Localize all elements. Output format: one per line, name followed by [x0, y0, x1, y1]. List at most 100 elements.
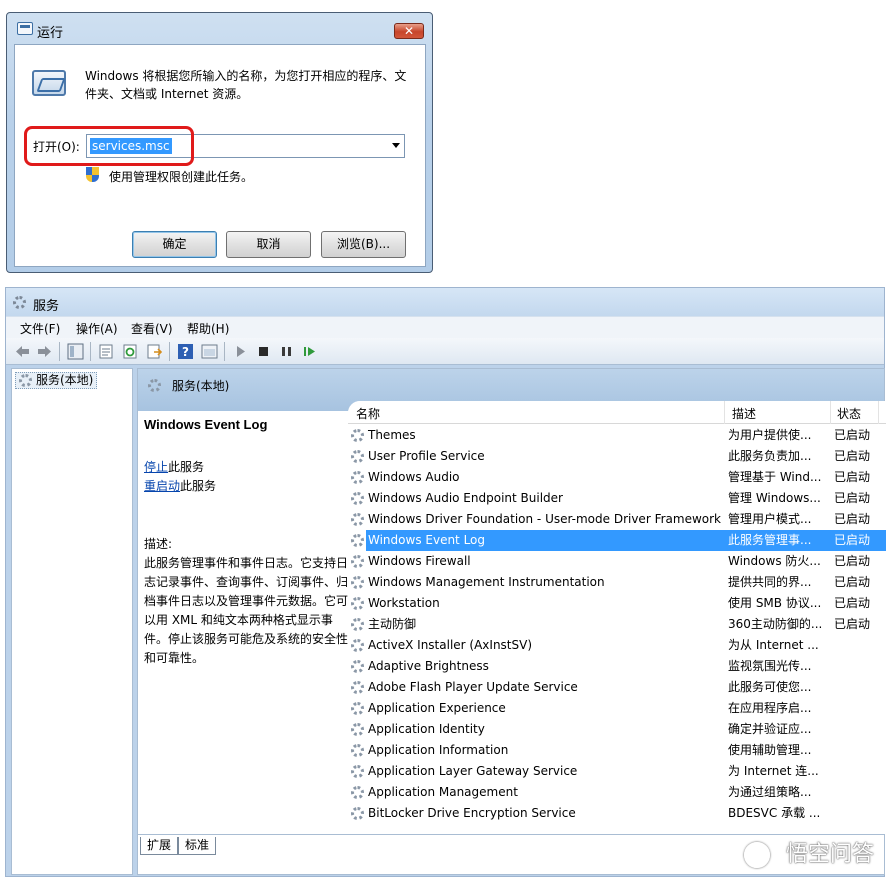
view-icon[interactable] — [201, 343, 218, 360]
service-row[interactable]: Application Experience 在应用程序启... — [348, 698, 886, 719]
service-name: Windows Audio — [368, 470, 460, 484]
service-description: 为从 Internet ... — [728, 638, 819, 652]
service-row[interactable]: Adaptive Brightness 监视氛围光传... — [348, 656, 886, 677]
toolbar: ? — [6, 338, 884, 365]
gear-icon — [19, 374, 32, 387]
start-icon[interactable] — [232, 343, 249, 360]
service-row[interactable]: Windows Event Log 此服务管理事... 已启动 — [348, 530, 886, 551]
run-body: Windows 将根据您所输入的名称，为您打开相应的程序、文件夹、文档或 Int… — [14, 44, 426, 267]
service-row[interactable]: Adobe Flash Player Update Service 此服务可使您.… — [348, 677, 886, 698]
service-name: Windows Driver Foundation - User-mode Dr… — [368, 512, 721, 526]
service-name: Application Layer Gateway Service — [368, 764, 578, 778]
ok-button[interactable]: 确定 — [132, 231, 217, 258]
service-description: 此服务可使您... — [728, 680, 812, 694]
service-row[interactable]: Application Management 为通过组策略... — [348, 782, 886, 803]
browse-button[interactable]: 浏览(B)... — [321, 231, 406, 258]
service-row[interactable]: User Profile Service 此服务负责加... 已启动 — [348, 446, 886, 467]
service-name: User Profile Service — [368, 449, 485, 463]
service-status: 已启动 — [834, 533, 871, 547]
run-icon — [17, 22, 33, 35]
service-name: Application Management — [368, 785, 518, 799]
export-icon[interactable] — [146, 343, 163, 360]
column-header-desc[interactable]: 描述 — [732, 405, 756, 422]
service-row[interactable]: Application Layer Gateway Service 为 Inter… — [348, 761, 886, 782]
service-name: BitLocker Drive Encryption Service — [368, 806, 576, 820]
back-icon[interactable] — [14, 343, 31, 360]
service-description: 管理用户模式... — [728, 512, 812, 526]
service-row[interactable]: Themes 为用户提供使... 已启动 — [348, 425, 886, 446]
chevron-down-icon[interactable] — [392, 143, 400, 148]
stop-suffix: 此服务 — [168, 460, 205, 474]
service-gear-icon — [351, 513, 364, 526]
service-gear-icon — [351, 618, 364, 631]
column-header-name[interactable]: 名称 — [356, 405, 380, 422]
service-status: 已启动 — [834, 596, 871, 610]
service-description: 此服务管理事... — [728, 533, 812, 547]
stop-icon[interactable] — [255, 343, 272, 360]
tab-extended[interactable]: 扩展 — [140, 837, 179, 855]
services-list: 名称 描述 状态 Themes 为用户提供使... 已启动 User Profile … — [348, 401, 886, 834]
tree-item-services-local[interactable]: 服务(本地) — [15, 372, 98, 389]
service-status: 已启动 — [834, 575, 871, 589]
service-status: 已启动 — [834, 554, 871, 568]
service-row[interactable]: Application Information 使用辅助管理... — [348, 740, 886, 761]
service-description: 为通过组策略... — [728, 785, 812, 799]
menu-help[interactable]: 帮助(H) — [187, 320, 229, 337]
service-name: Application Experience — [368, 701, 506, 715]
service-row[interactable]: 主动防御 360主动防御的... 已启动 — [348, 614, 886, 635]
services-gear-icon — [13, 296, 26, 309]
service-row[interactable]: ActiveX Installer (AxInstSV) 为从 Internet … — [348, 635, 886, 656]
service-row[interactable]: Windows Firewall Windows 防火... 已启动 — [348, 551, 886, 572]
service-name: Windows Event Log — [368, 533, 486, 547]
service-name: Adobe Flash Player Update Service — [368, 680, 578, 694]
service-name: 主动防御 — [368, 617, 417, 631]
run-titlebar[interactable]: 运行 ✕ — [7, 13, 432, 43]
console-tree: 服务(本地) — [11, 368, 133, 875]
service-row[interactable]: Windows Driver Foundation - User-mode Dr… — [348, 509, 886, 530]
column-header-status[interactable]: 状态 — [837, 405, 861, 422]
service-row[interactable]: Workstation 使用 SMB 协议... 已启动 — [348, 593, 886, 614]
menu-view[interactable]: 查看(V) — [131, 320, 173, 337]
restart-icon[interactable] — [301, 343, 318, 360]
tab-standard[interactable]: 标准 — [178, 837, 217, 855]
cancel-button[interactable]: 取消 — [226, 231, 311, 258]
menu-action[interactable]: 操作(A) — [76, 320, 118, 337]
service-row[interactable]: BitLocker Drive Encryption Service BDESVC… — [348, 803, 886, 824]
help-icon[interactable]: ? — [177, 343, 194, 360]
service-description: 确定并验证应... — [728, 722, 812, 736]
properties-icon[interactable] — [98, 343, 115, 360]
console-tree-icon[interactable] — [67, 343, 84, 360]
service-row[interactable]: Windows Audio 管理基于 Wind... 已启动 — [348, 467, 886, 488]
services-titlebar[interactable]: 服务 — [6, 288, 884, 316]
service-gear-icon — [351, 660, 364, 673]
run-title: 运行 — [37, 26, 64, 41]
service-description: 为 Internet 连... — [728, 764, 819, 778]
run-program-icon — [32, 70, 66, 96]
service-row[interactable]: Application Identity 确定并验证应... — [348, 719, 886, 740]
close-button[interactable]: ✕ — [394, 23, 424, 39]
services-title: 服务 — [33, 299, 60, 314]
service-gear-icon — [351, 471, 364, 484]
menubar: 文件(F) 操作(A) 查看(V) 帮助(H) — [6, 316, 884, 338]
restart-suffix: 此服务 — [180, 479, 217, 493]
forward-icon[interactable] — [36, 343, 53, 360]
watermark-logo-icon — [744, 842, 770, 868]
stop-service-link[interactable]: 停止 — [144, 460, 168, 474]
menu-file[interactable]: 文件(F) — [20, 320, 60, 337]
service-row[interactable]: Windows Audio Endpoint Builder 管理 Windows… — [348, 488, 886, 509]
refresh-icon[interactable] — [122, 343, 139, 360]
watermark: 悟空问答 — [785, 842, 874, 867]
service-gear-icon — [351, 723, 364, 736]
service-description: 在应用程序启... — [728, 701, 812, 715]
service-name: ActiveX Installer (AxInstSV) — [368, 638, 533, 652]
service-gear-icon — [351, 597, 364, 610]
pause-icon[interactable] — [278, 343, 295, 360]
list-header: 名称 描述 状态 — [348, 401, 886, 424]
service-gear-icon — [351, 534, 364, 547]
service-row[interactable]: Windows Management Instrumentation 提供共同的界… — [348, 572, 886, 593]
service-status: 已启动 — [834, 491, 871, 505]
svg-text:?: ? — [182, 345, 189, 359]
restart-service-link[interactable]: 重启动 — [144, 479, 180, 493]
service-name: Application Identity — [368, 722, 485, 736]
service-gear-icon — [351, 765, 364, 778]
